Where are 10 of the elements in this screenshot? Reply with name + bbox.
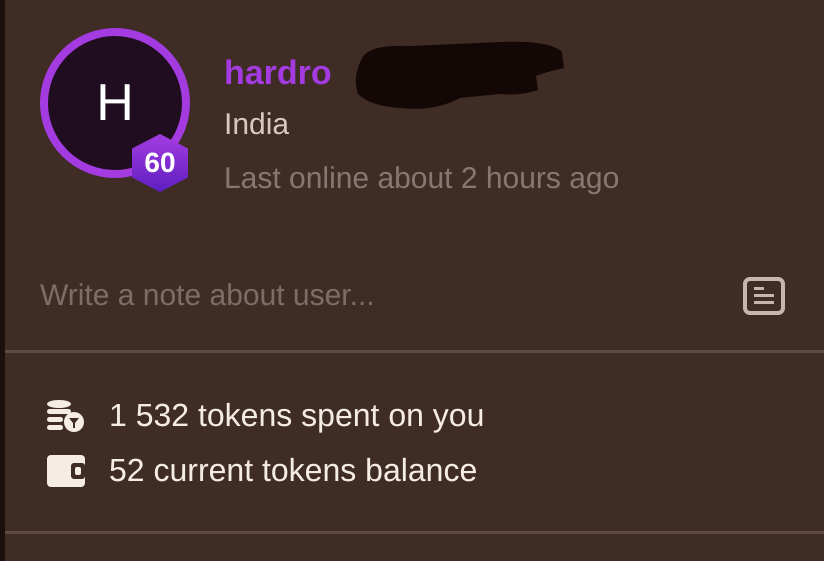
wallet-icon [45,452,85,488]
coins-icon [45,398,85,434]
stat-text: 1 532 tokens spent on you [109,397,484,434]
level-badge: 60 [132,134,188,192]
username[interactable]: hardro [224,54,332,92]
note-input-field[interactable]: Write a note about user... [40,279,640,313]
last-online-text: Last online about 2 hours ago [224,162,620,196]
stat-text: 52 current tokens balance [109,452,478,489]
note-icon[interactable] [742,276,786,316]
country-text: India [224,108,290,142]
